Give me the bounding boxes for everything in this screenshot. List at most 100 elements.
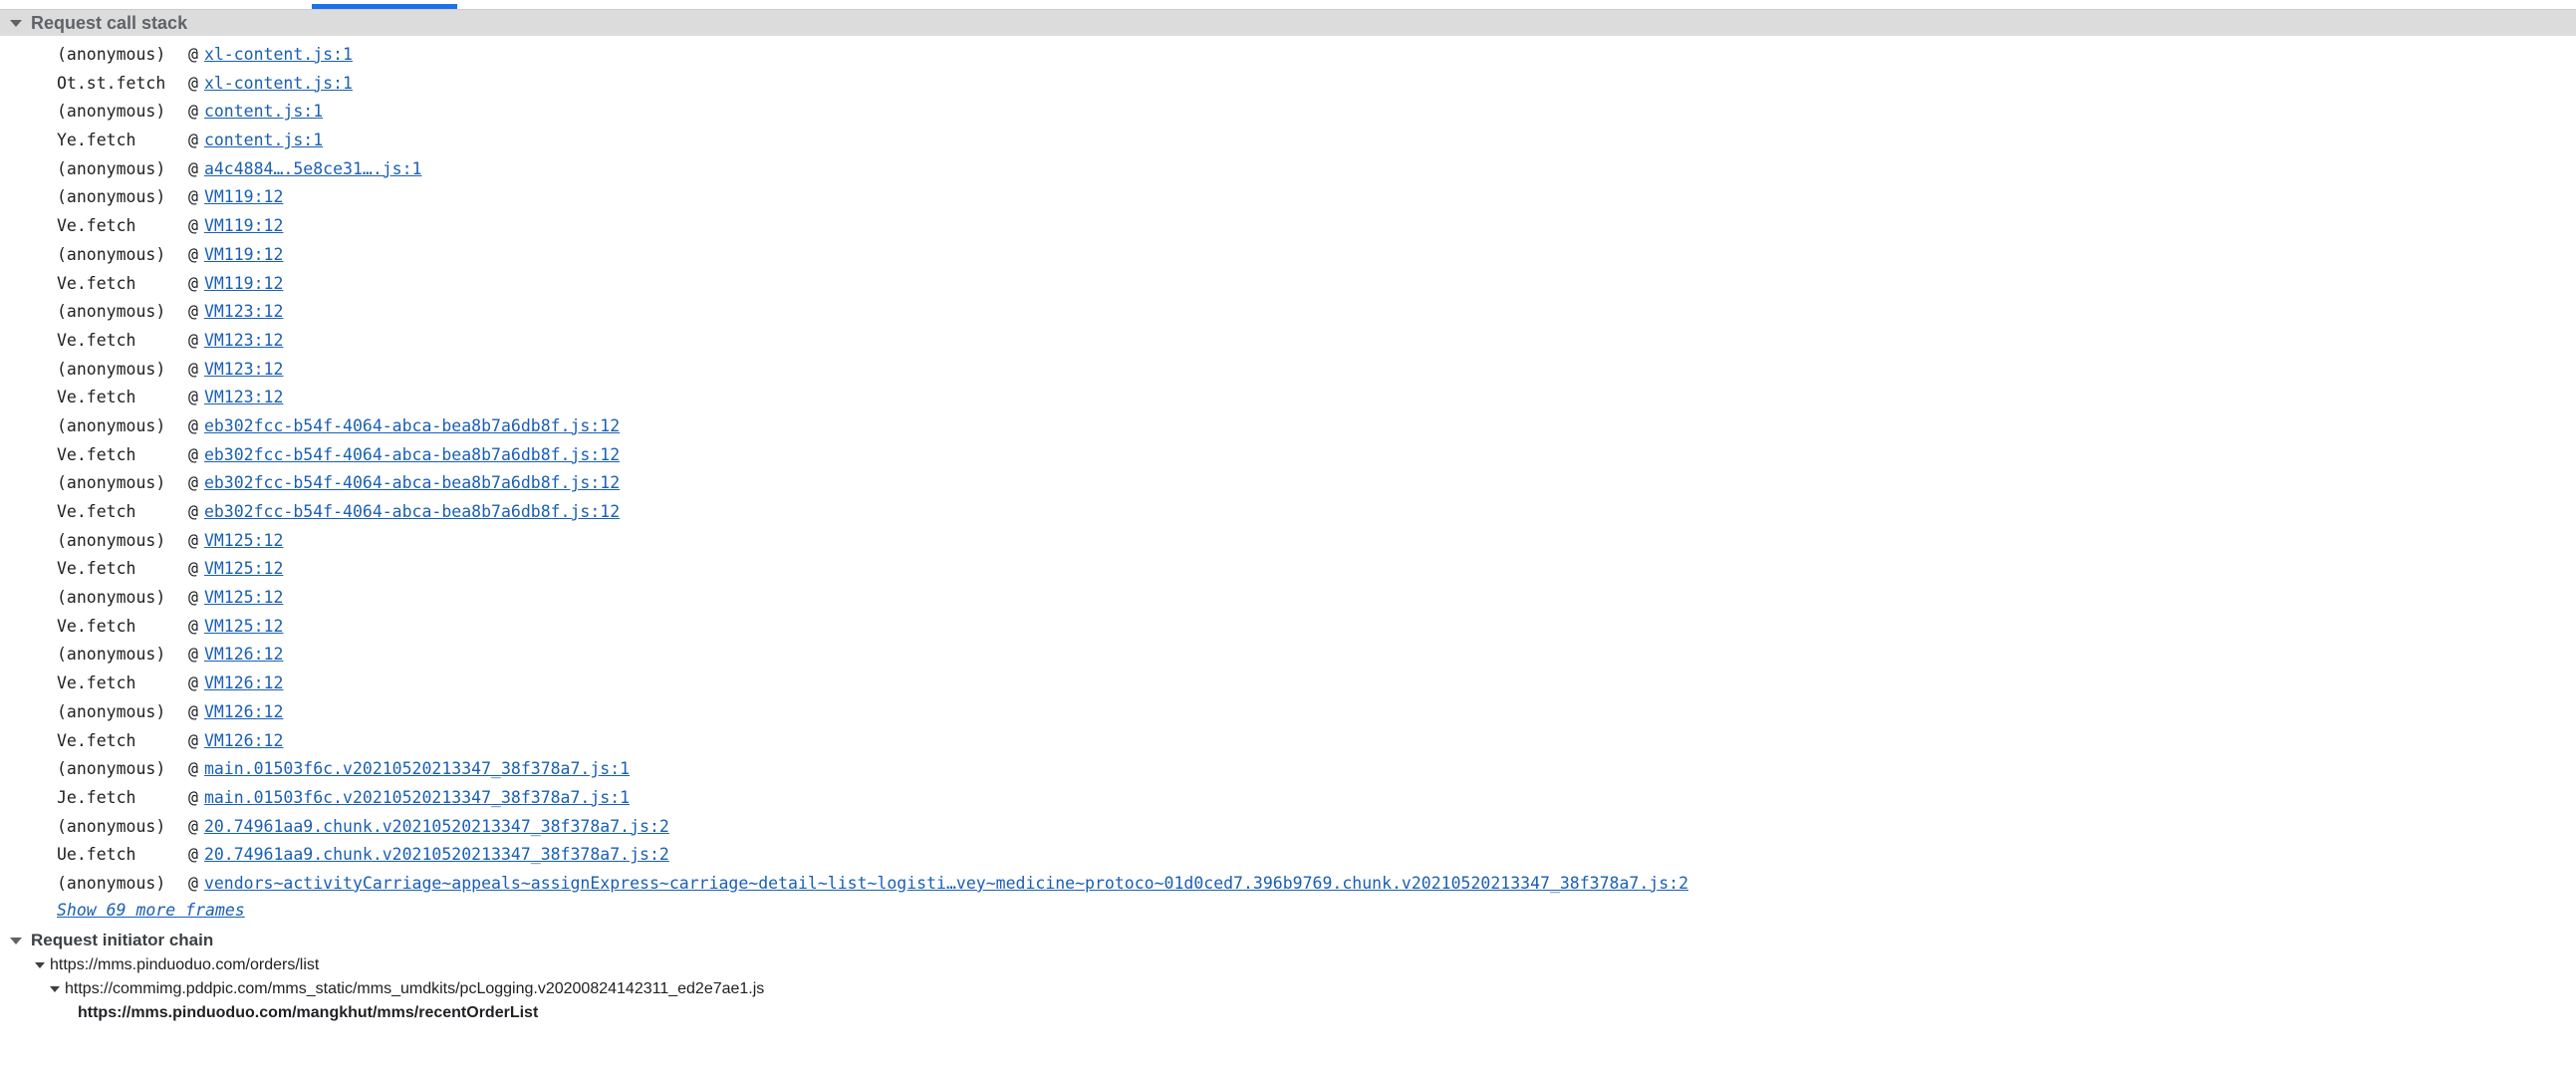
frame-at-symbol: @ — [188, 816, 198, 836]
frame-function-name: Ve.fetch — [57, 388, 136, 407]
frame-source-link[interactable]: vendors~activityCarriage~appeals~assignE… — [204, 874, 1688, 893]
frame-source-link[interactable]: VM123:12 — [204, 302, 283, 321]
call-stack-frame: Ve.fetch @ VM125:12 — [57, 613, 2576, 642]
frame-at-symbol: @ — [188, 302, 198, 322]
request-initiator-chain-header[interactable]: Request initiator chain — [0, 929, 2576, 953]
frame-at-symbol: @ — [188, 845, 198, 865]
call-stack-frame: Ve.fetch @ VM126:12 — [57, 670, 2576, 698]
frame-source-link[interactable]: VM126:12 — [204, 731, 283, 750]
call-stack-frame: Ve.fetch @ eb302fcc-b54f-4064-abca-bea8b7a… — [57, 441, 2576, 470]
initiator-chain-node[interactable]: https://commimg.pddpic.com/mms_static/mm… — [0, 977, 2576, 1001]
frame-function-name: Ve.fetch — [57, 730, 136, 750]
frame-source-link[interactable]: VM126:12 — [204, 673, 283, 692]
frame-source-link[interactable]: xl-content.js:1 — [204, 74, 353, 93]
frame-source-link[interactable]: VM123:12 — [204, 388, 283, 406]
frame-function-name: (anonymous) — [57, 102, 166, 122]
call-stack-frame: Ue.fetch @20.74961aa9.chunk.v202105202133… — [57, 841, 2576, 870]
frame-source-link[interactable]: VM123:12 — [204, 360, 283, 379]
frame-source-link[interactable]: main.01503f6c.v20210520213347_38f378a7.j… — [204, 759, 630, 778]
frame-at-symbol: @ — [188, 444, 198, 464]
frame-source-link[interactable]: eb302fcc-b54f-4064-abca-bea8b7a6db8f.js:… — [204, 416, 620, 435]
frame-function-name: (anonymous) — [57, 302, 166, 322]
frame-at-symbol: @ — [188, 415, 198, 435]
frame-source-link[interactable]: VM119:12 — [204, 187, 283, 206]
initiator-chain-url: https://commimg.pddpic.com/mms_static/mm… — [65, 979, 765, 997]
frame-function-name: (anonymous) — [57, 359, 166, 379]
call-stack-frame: Ve.fetch @ VM123:12 — [57, 327, 2576, 356]
frame-source-link[interactable]: main.01503f6c.v20210520213347_38f378a7.j… — [204, 788, 630, 807]
frame-source-link[interactable]: VM126:12 — [204, 645, 283, 664]
frame-at-symbol: @ — [188, 187, 198, 207]
frame-source-link[interactable]: 20.74961aa9.chunk.v20210520213347_38f378… — [204, 817, 669, 836]
frame-source-link[interactable]: eb302fcc-b54f-4064-abca-bea8b7a6db8f.js:… — [204, 502, 620, 521]
request-initiator-chain-title: Request initiator chain — [31, 931, 214, 950]
frame-at-symbol: @ — [188, 645, 198, 665]
show-more-frames-link[interactable]: Show 69 more frames — [57, 901, 245, 920]
frame-source-link[interactable]: VM119:12 — [204, 274, 283, 293]
frame-function-name: Ve.fetch — [57, 502, 136, 521]
call-stack-frame: (anonymous) @20.74961aa9.chunk.v202105202… — [57, 813, 2576, 842]
frame-at-symbol: @ — [188, 730, 198, 750]
frame-function-name: Je.fetch — [57, 787, 136, 807]
frame-at-symbol: @ — [188, 359, 198, 379]
initiator-chain-current-request[interactable]: https://mms.pinduoduo.com/mangkhut/mms/r… — [0, 1001, 2576, 1025]
frame-source-link[interactable]: content.js:1 — [204, 131, 323, 149]
frame-function-name: (anonymous) — [57, 45, 166, 64]
frame-at-symbol: @ — [188, 530, 198, 550]
frame-source-link[interactable]: content.js:1 — [204, 102, 323, 121]
initiator-chain-url: https://mms.pinduoduo.com/mangkhut/mms/r… — [78, 1003, 539, 1021]
frame-at-symbol: @ — [188, 73, 198, 93]
frame-source-link[interactable]: xl-content.js:1 — [204, 45, 353, 64]
frame-source-link[interactable]: VM125:12 — [204, 559, 283, 578]
frame-at-symbol: @ — [188, 559, 198, 579]
call-stack-frame: (anonymous) @ VM125:12 — [57, 527, 2576, 556]
frame-source-link[interactable]: eb302fcc-b54f-4064-abca-bea8b7a6db8f.js:… — [204, 473, 620, 492]
call-stack-frame: (anonymous) @ main.01503f6c.v2021052021334… — [57, 755, 2576, 784]
frame-at-symbol: @ — [188, 131, 198, 150]
frame-at-symbol: @ — [188, 45, 198, 64]
chevron-down-icon[interactable] — [10, 937, 22, 944]
frame-source-link[interactable]: VM125:12 — [204, 531, 283, 550]
frame-function-name: (anonymous) — [57, 645, 166, 665]
initiator-chain-node[interactable]: https://mms.pinduoduo.com/orders/list — [0, 953, 2576, 977]
request-call-stack-title: Request call stack — [31, 12, 188, 33]
frame-source-link[interactable]: 20.74961aa9.chunk.v20210520213347_38f378… — [204, 845, 669, 864]
call-stack-frame: (anonymous) @ VM126:12 — [57, 641, 2576, 670]
frame-source-link[interactable]: VM123:12 — [204, 331, 283, 350]
call-stack-frame: (anonymous) @ VM119:12 — [57, 241, 2576, 270]
initiator-chain-url: https://mms.pinduoduo.com/orders/list — [50, 955, 320, 973]
frame-source-link[interactable]: VM119:12 — [204, 245, 283, 264]
call-stack-frame: (anonymous) @ VM119:12 — [57, 183, 2576, 212]
frame-at-symbol: @ — [188, 216, 198, 236]
chevron-down-icon[interactable] — [10, 19, 22, 27]
call-stack-frame: (anonymous) @ eb302fcc-b54f-4064-abca-bea8… — [57, 469, 2576, 498]
frame-source-link[interactable]: VM126:12 — [204, 702, 283, 721]
chevron-down-icon[interactable] — [35, 961, 45, 968]
frame-at-symbol: @ — [188, 787, 198, 807]
frame-function-name: Ve.fetch — [57, 616, 136, 636]
frame-source-link[interactable]: VM125:12 — [204, 588, 283, 607]
call-stack-frame: Ve.fetch @ VM126:12 — [57, 727, 2576, 756]
frame-at-symbol: @ — [188, 701, 198, 721]
frame-at-symbol: @ — [188, 388, 198, 407]
frame-at-symbol: @ — [188, 102, 198, 122]
frame-source-link[interactable]: a4c4884….5e8ce31….js:1 — [204, 159, 422, 178]
frame-source-link[interactable]: eb302fcc-b54f-4064-abca-bea8b7a6db8f.js:… — [204, 445, 620, 464]
frame-function-name: Ve.fetch — [57, 673, 136, 693]
frame-at-symbol: @ — [188, 673, 198, 693]
frame-source-link[interactable]: VM125:12 — [204, 617, 283, 636]
frame-function-name: (anonymous) — [57, 530, 166, 550]
frame-source-link[interactable]: VM119:12 — [204, 216, 283, 235]
call-stack-frame: Ye.fetch @ content.js:1 — [57, 127, 2576, 155]
call-stack-frame: Ve.fetch @ VM119:12 — [57, 270, 2576, 299]
frame-function-name: Ot.st.fetch — [57, 73, 166, 93]
frame-function-name: Ve.fetch — [57, 273, 136, 293]
call-stack-frame: (anonymous) @ a4c4884….5e8ce31….js:1 — [57, 155, 2576, 184]
call-stack-frame: Ve.fetch @ VM123:12 — [57, 384, 2576, 412]
frame-function-name: (anonymous) — [57, 187, 166, 207]
request-call-stack-header[interactable]: Request call stack — [0, 10, 2576, 36]
call-stack-frame: (anonymous) @ eb302fcc-b54f-4064-abca-bea8… — [57, 412, 2576, 441]
request-call-stack-list: (anonymous) @ xl-content.js:1 Ot.st.fetch @ x… — [0, 36, 2576, 899]
chevron-down-icon[interactable] — [50, 985, 60, 992]
frame-at-symbol: @ — [188, 158, 198, 178]
